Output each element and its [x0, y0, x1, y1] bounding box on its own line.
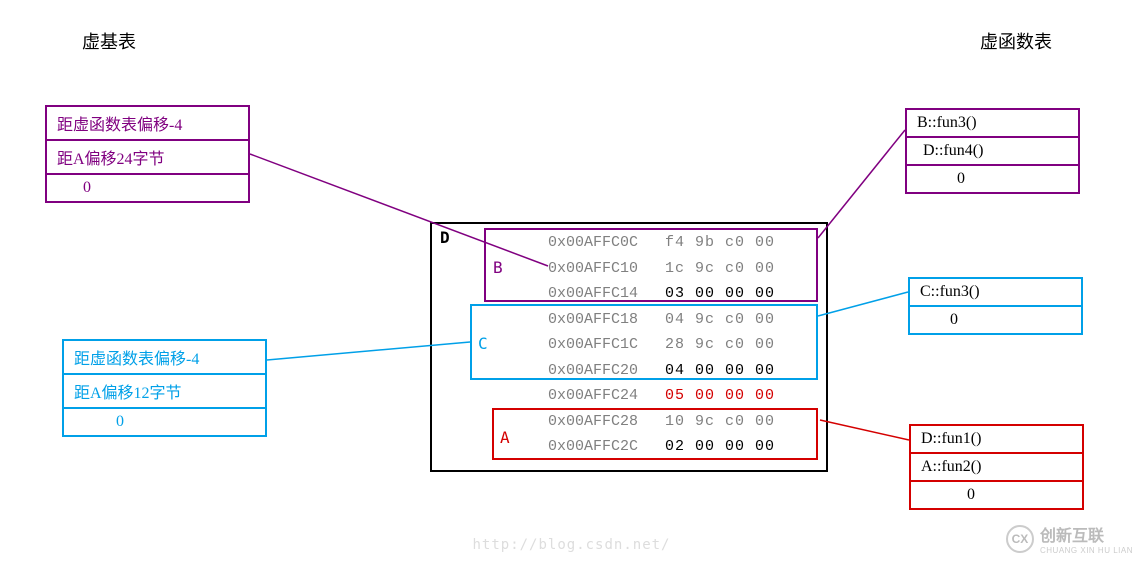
vf-bd-row1: B::fun3()	[906, 109, 1079, 137]
brand-sub: CHUANG XIN HU LIAN	[1040, 546, 1133, 555]
brand-icon: CX	[1006, 525, 1034, 553]
vfunc-table-c: C::fun3() 0	[908, 277, 1083, 335]
vfunc-table-bd: B::fun3() D::fun4() 0	[905, 108, 1080, 194]
mem-row: 0x00AFFC24 05 00 00 00	[548, 387, 775, 404]
title-right: 虚函数表	[980, 28, 1052, 54]
vb-c-row3: 0	[63, 408, 266, 436]
brand-watermark: CX 创新互联 CHUANG XIN HU LIAN	[1006, 522, 1133, 555]
vb-b-row2: 距A偏移24字节	[46, 140, 249, 174]
vf-da-row1: D::fun1()	[910, 425, 1083, 453]
vf-bd-row2: D::fun4()	[906, 137, 1079, 165]
vf-bd-row3: 0	[906, 165, 1079, 193]
title-left: 虚基表	[82, 28, 136, 54]
vb-c-row1: 距虚函数表偏移-4	[63, 340, 266, 374]
mem-box-b	[484, 228, 818, 302]
b-label: B	[493, 258, 503, 277]
footer-url: http://blog.csdn.net/	[0, 537, 1143, 553]
vf-c-row1: C::fun3()	[909, 278, 1082, 306]
vfunc-table-da: D::fun1() A::fun2() 0	[909, 424, 1084, 510]
vbase-table-b: 距虚函数表偏移-4 距A偏移24字节 0	[45, 105, 250, 203]
vf-da-row3: 0	[910, 481, 1083, 509]
vb-b-row1: 距虚函数表偏移-4	[46, 106, 249, 140]
vbase-table-c: 距虚函数表偏移-4 距A偏移12字节 0	[62, 339, 267, 437]
a-label: A	[500, 428, 510, 447]
mem-box-c	[470, 304, 818, 380]
d-label: D	[440, 228, 450, 247]
vf-da-row2: A::fun2()	[910, 453, 1083, 481]
brand-name: 创新互联	[1040, 522, 1133, 546]
c-label: C	[478, 334, 488, 353]
vb-b-row3: 0	[46, 174, 249, 202]
vf-c-row2: 0	[909, 306, 1082, 334]
mem-box-a	[492, 408, 818, 460]
vb-c-row2: 距A偏移12字节	[63, 374, 266, 408]
